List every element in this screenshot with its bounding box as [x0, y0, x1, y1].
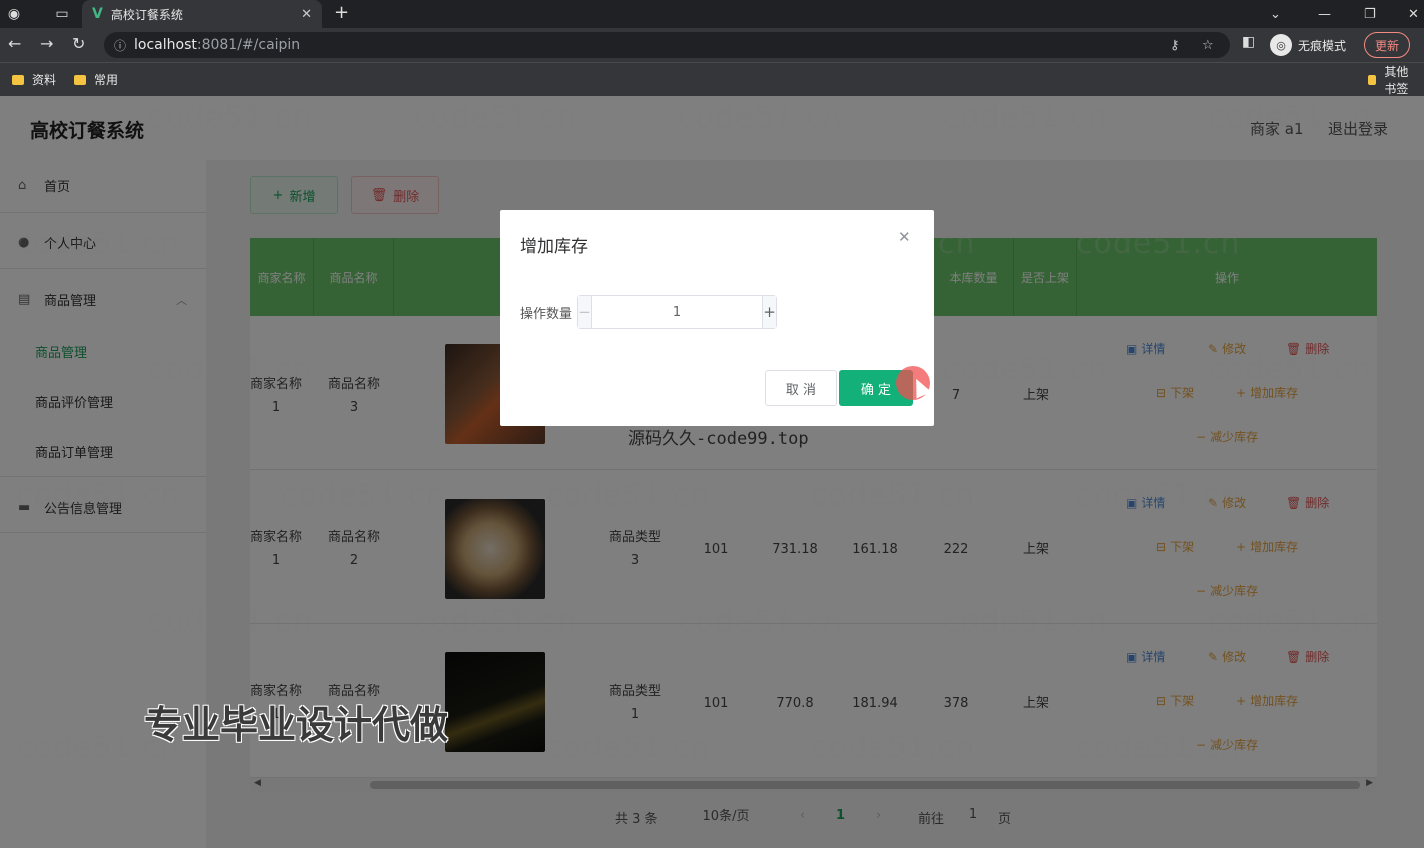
- other-bookmarks-label: 其他书签: [1384, 64, 1409, 96]
- browser-tab[interactable]: V 高校订餐系统 ✕: [82, 0, 322, 28]
- cancel-label: 取 消: [785, 382, 817, 398]
- bookmark-label: 常用: [94, 73, 119, 87]
- cancel-button[interactable]: 取 消: [765, 370, 837, 406]
- incognito-icon: ◎: [1270, 34, 1292, 56]
- url-path: :8081/#/caipin: [196, 37, 301, 53]
- other-bookmarks[interactable]: 其他书签: [1368, 63, 1418, 97]
- quantity-input[interactable]: [592, 296, 762, 328]
- tab-search-icon[interactable]: ▭: [48, 0, 76, 28]
- incognito-label: 无痕模式: [1298, 38, 1347, 53]
- quantity-stepper: − +: [577, 295, 777, 329]
- bookmark-label: 资料: [32, 73, 57, 87]
- incognito-indicator[interactable]: ◎ 无痕模式: [1270, 34, 1346, 56]
- folder-icon: [12, 74, 24, 85]
- close-icon[interactable]: ✕: [898, 228, 911, 246]
- dialog-title: 增加库存: [520, 237, 588, 257]
- url-host: localhost: [134, 37, 197, 53]
- site-info-icon[interactable]: ⓘ: [114, 37, 126, 54]
- side-panel-icon[interactable]: ◧: [1242, 34, 1255, 50]
- key-icon[interactable]: ⚷: [1170, 38, 1180, 53]
- bookmark-folder-1[interactable]: 资料: [12, 71, 56, 88]
- vue-logo-icon: V: [92, 6, 103, 22]
- tab-title: 高校订餐系统: [110, 7, 183, 22]
- update-button[interactable]: 更新: [1364, 32, 1411, 58]
- increase-button[interactable]: +: [762, 296, 776, 328]
- folder-icon: [1368, 74, 1377, 85]
- plus-icon: +: [763, 303, 776, 321]
- banner-watermark: 专业毕业设计代做: [144, 703, 449, 747]
- update-label: 更新: [1375, 38, 1400, 53]
- address-bar: ← → ↻ ⓘ localhost:8081/#/caipin ⚷ ☆ ◧ ◎ …: [0, 28, 1424, 62]
- minus-icon: −: [578, 303, 591, 321]
- confirm-label: 确 定: [860, 382, 892, 398]
- close-window-icon[interactable]: ✕: [1408, 0, 1419, 28]
- bookmarks-bar: 资料 常用 其他书签: [0, 62, 1424, 96]
- folder-icon: [74, 74, 87, 85]
- restore-icon[interactable]: ❐: [1364, 0, 1376, 28]
- decrease-button[interactable]: −: [578, 296, 592, 328]
- bookmark-folder-2[interactable]: 常用: [74, 71, 118, 88]
- tab-close-icon[interactable]: ✕: [301, 7, 312, 22]
- quantity-label: 操作数量: [520, 307, 573, 322]
- tab-list-icon[interactable]: ⌄: [1270, 0, 1281, 28]
- new-tab-icon[interactable]: +: [334, 2, 349, 23]
- chrome-menu-icon[interactable]: ◉: [0, 0, 28, 28]
- back-icon[interactable]: ←: [8, 34, 21, 53]
- minimize-icon[interactable]: —: [1318, 0, 1331, 28]
- reload-icon[interactable]: ↻: [72, 34, 85, 53]
- star-icon[interactable]: ☆: [1202, 38, 1214, 53]
- url-input[interactable]: ⓘ localhost:8081/#/caipin ⚷ ☆: [104, 32, 1230, 58]
- add-stock-dialog: 增加库存 ✕ 操作数量 − + 取 消 确 定: [500, 210, 934, 426]
- caption-watermark: 源码久久-code99.top: [628, 429, 809, 449]
- forward-icon[interactable]: →: [40, 34, 53, 53]
